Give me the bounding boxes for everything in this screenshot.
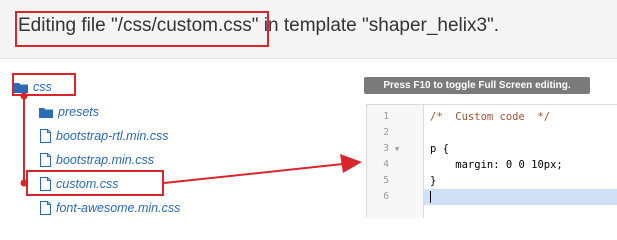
css-folder-annotation-box — [12, 73, 76, 96]
tree-file-bootstrap[interactable]: bootstrap.min.css — [40, 151, 154, 169]
folder-icon — [39, 107, 53, 118]
code-line-1: 1 /* Custom code */ — [367, 109, 617, 125]
fold-toggle-icon[interactable]: ▼ — [395, 141, 399, 157]
tree-folder-presets[interactable]: presets — [39, 103, 99, 121]
code-editor[interactable]: 1 /* Custom code */ 2 3 ▼ p { 4 margin: … — [366, 104, 617, 218]
line-number: 5 — [383, 175, 389, 186]
code-text: margin: 0 0 10px; — [430, 159, 563, 171]
active-line-highlight — [424, 189, 617, 205]
code-text: } — [430, 175, 437, 187]
tree-item-label: font-awesome.min.css — [56, 201, 181, 215]
line-number: 6 — [383, 191, 389, 202]
code-line-3: 3 ▼ p { — [367, 141, 617, 157]
tree-item-label: presets — [58, 105, 99, 119]
code-line-5: 5 } — [367, 173, 617, 189]
text-cursor — [430, 191, 431, 203]
code-text: p { — [430, 143, 449, 155]
line-number: 1 — [383, 111, 389, 122]
arrow-shaft — [163, 163, 344, 184]
file-icon — [40, 153, 51, 167]
tree-file-bootstrap-rtl[interactable]: bootstrap-rtl.min.css — [40, 127, 169, 145]
tree-file-font-awesome[interactable]: font-awesome.min.css — [40, 199, 180, 217]
code-line-6-active: 6 — [367, 189, 617, 205]
file-icon — [40, 201, 51, 215]
line-number: 2 — [383, 127, 389, 138]
file-icon — [40, 129, 51, 143]
line-number: 3 — [383, 143, 389, 154]
line-number: 4 — [383, 159, 389, 170]
title-annotation-box — [15, 11, 269, 47]
custom-file-annotation-box — [26, 170, 164, 196]
code-text: /* Custom code */ — [430, 111, 551, 123]
tree-item-label: bootstrap.min.css — [56, 153, 154, 167]
fullscreen-tooltip: Press F10 to toggle Full Screen editing. — [364, 77, 590, 94]
tree-item-label: bootstrap-rtl.min.css — [56, 129, 169, 143]
arrow-head-icon — [340, 154, 362, 173]
code-line-2: 2 — [367, 125, 617, 141]
code-line-4: 4 margin: 0 0 10px; — [367, 157, 617, 173]
